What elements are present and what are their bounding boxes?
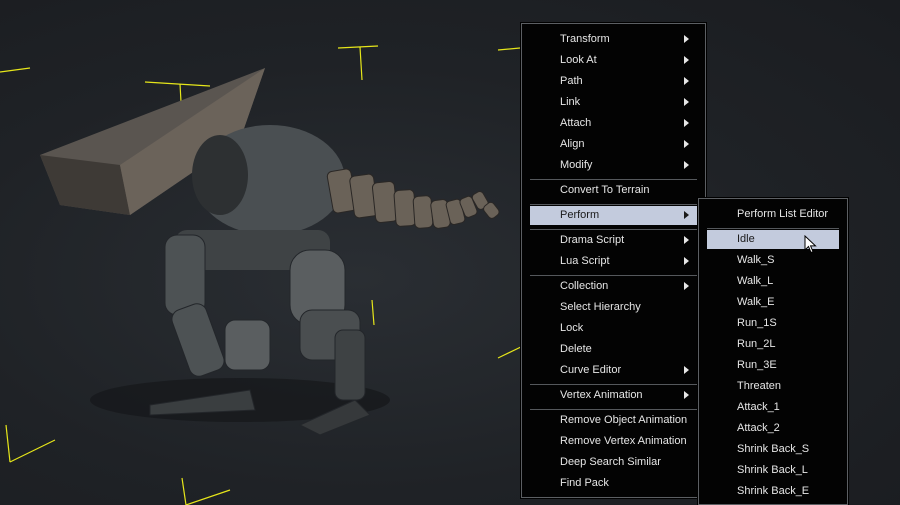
menu-item-label: Remove Object Animation	[560, 414, 688, 426]
context-menu-item-modify[interactable]: Modify	[530, 156, 697, 175]
perform-submenu-item-walk-s[interactable]: Walk_S	[707, 251, 839, 270]
submenu-arrow-icon	[684, 140, 689, 148]
menu-item-label: Run_1S	[737, 317, 777, 329]
submenu-arrow-icon	[684, 257, 689, 265]
menu-item-label: Deep Search Similar	[560, 456, 661, 468]
context-menu-item-perform[interactable]: Perform	[530, 206, 697, 225]
menu-item-label: Lua Script	[560, 255, 610, 267]
menu-item-label: Walk_S	[737, 254, 775, 266]
menu-item-label: Walk_L	[737, 275, 774, 287]
context-menu-item-curve-editor[interactable]: Curve Editor	[530, 361, 697, 380]
menu-item-label: Modify	[560, 159, 593, 171]
menu-item-label: Attach	[560, 117, 592, 129]
menu-item-label: Path	[560, 75, 583, 87]
perform-submenu-item-perform-list-editor[interactable]: Perform List Editor	[707, 205, 839, 224]
submenu-arrow-icon	[684, 236, 689, 244]
menu-item-label: Run_2L	[737, 338, 776, 350]
perform-submenu: Perform List Editor Idle Walk_S Walk_L Walk_…	[698, 198, 848, 505]
submenu-arrow-icon	[684, 56, 689, 64]
menu-item-label: Drama Script	[560, 234, 625, 246]
submenu-arrow-icon	[684, 211, 689, 219]
context-menu-item-drama-script[interactable]: Drama Script	[530, 231, 697, 250]
menu-item-label: Look At	[560, 54, 597, 66]
context-menu: Transform Look At Path Link Attach Align Modif…	[521, 23, 706, 498]
gizmo-markers	[0, 45, 526, 505]
context-menu-item-attach[interactable]: Attach	[530, 114, 697, 133]
context-menu-item-path[interactable]: Path	[530, 72, 697, 91]
menu-item-label: Delete	[560, 343, 592, 355]
menu-item-label: Select Hierarchy	[560, 301, 641, 313]
robot-model[interactable]	[40, 68, 501, 436]
menu-item-label: Idle	[737, 233, 755, 245]
context-menu-item-link[interactable]: Link	[530, 93, 697, 112]
context-menu-item-remove-object-animation[interactable]: Remove Object Animation	[530, 411, 697, 430]
submenu-arrow-icon	[684, 391, 689, 399]
context-menu-item-collection[interactable]: Collection	[530, 277, 697, 296]
perform-submenu-item-idle[interactable]: Idle	[707, 230, 839, 249]
menu-item-label: Perform	[560, 209, 600, 221]
perform-submenu-item-walk-e[interactable]: Walk_E	[707, 293, 839, 312]
context-menu-item-delete[interactable]: Delete	[530, 340, 697, 359]
menu-item-label: Perform List Editor	[737, 208, 829, 220]
context-menu-item-transform[interactable]: Transform	[530, 30, 697, 49]
context-menu-item-lock[interactable]: Lock	[530, 319, 697, 338]
perform-submenu-item-shrink-back-e[interactable]: Shrink Back_E	[707, 482, 839, 501]
context-menu-item-remove-vertex-animation[interactable]: Remove Vertex Animation	[530, 432, 697, 451]
perform-submenu-item-run-3e[interactable]: Run_3E	[707, 356, 839, 375]
menu-item-label: Convert To Terrain	[560, 184, 650, 196]
menu-item-label: Lock	[560, 322, 584, 334]
submenu-arrow-icon	[684, 366, 689, 374]
menu-item-label: Attack_1	[737, 401, 780, 413]
menu-item-label: Shrink Back_L	[737, 464, 808, 476]
perform-submenu-item-shrink-back-l[interactable]: Shrink Back_L	[707, 461, 839, 480]
menu-item-label: Attack_2	[737, 422, 780, 434]
context-menu-item-find-pack[interactable]: Find Pack	[530, 474, 697, 493]
submenu-arrow-icon	[684, 35, 689, 43]
menu-item-label: Transform	[560, 33, 610, 45]
menu-item-label: Vertex Animation	[560, 389, 643, 401]
menu-item-label: Walk_E	[737, 296, 775, 308]
menu-separator	[530, 409, 697, 410]
menu-item-label: Link	[560, 96, 581, 108]
menu-item-label: Shrink Back_E	[737, 485, 810, 497]
context-menu-item-deep-search-similar[interactable]: Deep Search Similar	[530, 453, 697, 472]
submenu-arrow-icon	[684, 161, 689, 169]
menu-separator	[530, 179, 697, 180]
perform-submenu-item-threaten[interactable]: Threaten	[707, 377, 839, 396]
menu-item-label: Find Pack	[560, 477, 609, 489]
perform-submenu-item-run-1s[interactable]: Run_1S	[707, 314, 839, 333]
perform-submenu-item-attack-2[interactable]: Attack_2	[707, 419, 839, 438]
submenu-arrow-icon	[684, 282, 689, 290]
menu-item-label: Run_3E	[737, 359, 777, 371]
context-menu-item-convert-to-terrain[interactable]: Convert To Terrain	[530, 181, 697, 200]
menu-separator	[530, 204, 697, 205]
context-menu-item-look-at[interactable]: Look At	[530, 51, 697, 70]
submenu-arrow-icon	[684, 98, 689, 106]
perform-submenu-item-attack-1[interactable]: Attack_1	[707, 398, 839, 417]
context-menu-item-align[interactable]: Align	[530, 135, 697, 154]
menu-separator	[530, 275, 697, 276]
menu-item-label: Remove Vertex Animation	[560, 435, 687, 447]
submenu-arrow-icon	[684, 119, 689, 127]
mouse-pointer-icon	[804, 235, 817, 254]
context-menu-item-select-hierarchy[interactable]: Select Hierarchy	[530, 298, 697, 317]
menu-item-label: Shrink Back_S	[737, 443, 810, 455]
menu-separator	[530, 384, 697, 385]
perform-submenu-item-walk-l[interactable]: Walk_L	[707, 272, 839, 291]
menu-item-label: Threaten	[737, 380, 782, 392]
context-menu-item-vertex-animation[interactable]: Vertex Animation	[530, 386, 697, 405]
submenu-arrow-icon	[684, 77, 689, 85]
perform-submenu-item-run-2l[interactable]: Run_2L	[707, 335, 839, 354]
menu-item-label: Curve Editor	[560, 364, 622, 376]
menu-item-label: Collection	[560, 280, 609, 292]
menu-item-label: Align	[560, 138, 585, 150]
menu-separator	[530, 229, 697, 230]
context-menu-item-lua-script[interactable]: Lua Script	[530, 252, 697, 271]
menu-separator	[707, 228, 839, 229]
perform-submenu-item-shrink-back-s[interactable]: Shrink Back_S	[707, 440, 839, 459]
